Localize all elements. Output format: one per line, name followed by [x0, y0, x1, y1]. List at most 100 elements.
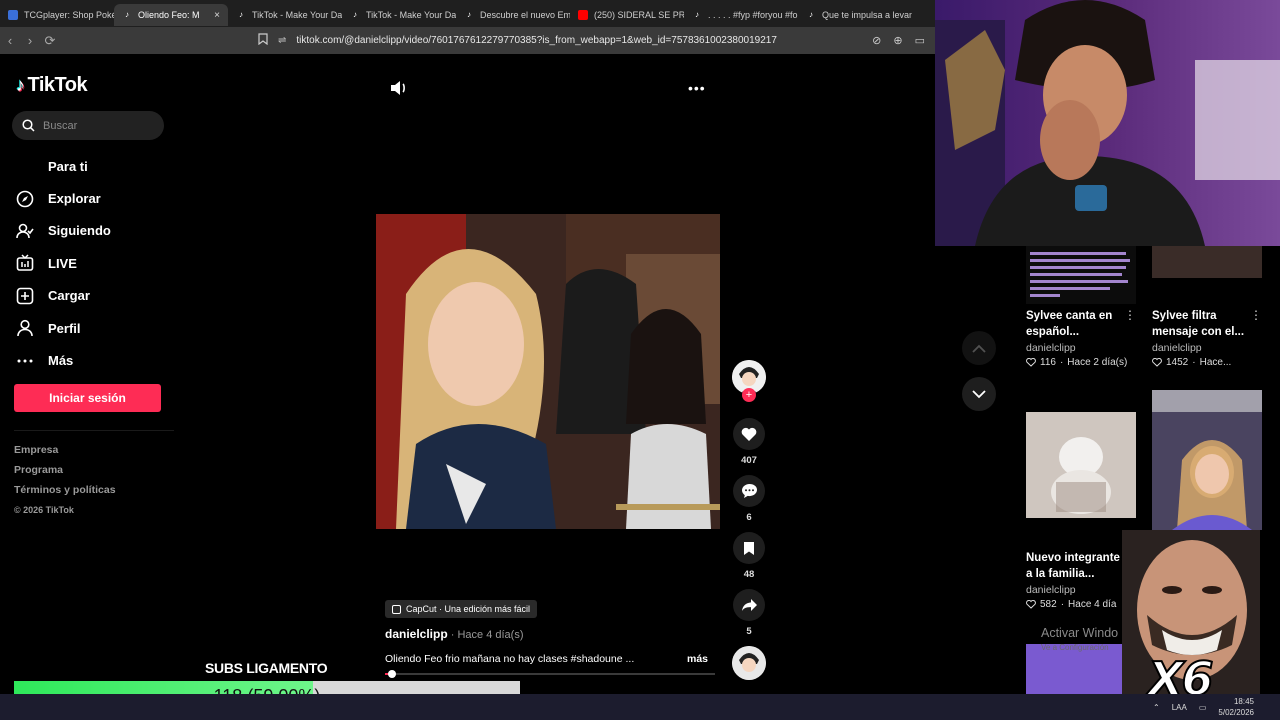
- nav-item-cargar[interactable]: Cargar: [16, 280, 111, 312]
- nav-item-para-ti[interactable]: Para ti: [16, 150, 111, 182]
- related-card[interactable]: ⋮ Sylvee canta en español... danielclipp…: [1026, 246, 1138, 368]
- related-title: Nuevo integrante a la familia...: [1026, 552, 1120, 580]
- nav-item-mas[interactable]: Más: [16, 344, 111, 376]
- search-box[interactable]: [12, 111, 164, 140]
- comment-button[interactable]: [733, 475, 765, 507]
- previous-video-button[interactable]: [962, 331, 996, 365]
- login-button[interactable]: Iniciar sesión: [14, 384, 161, 412]
- footer-link-terminos[interactable]: Términos y políticas: [14, 484, 116, 504]
- related-title: Sylvee filtra mensaje con el...: [1152, 310, 1245, 338]
- windows-taskbar: ⌃ LAA ▭ 18:45 5/02/2026: [0, 694, 1280, 720]
- nav-item-siguiendo[interactable]: Siguiendo: [16, 215, 111, 247]
- profile-icon: [16, 319, 34, 337]
- sidebar: ♪ TikTok Para ti Explorar Siguiendo LIVE…: [0, 54, 180, 694]
- browser-tab[interactable]: ♪ TikTok - Make Your Da: [342, 4, 456, 26]
- browser-tab[interactable]: ♪ . . . . . #fyp #foryou #fo: [684, 4, 798, 26]
- bookmark-icon[interactable]: [258, 33, 268, 48]
- card-more-icon[interactable]: ⋮: [1124, 308, 1136, 322]
- main-nav: Para ti Explorar Siguiendo LIVE Cargar P…: [16, 150, 111, 377]
- sidebar-toggle-icon[interactable]: ▭: [915, 34, 925, 47]
- card-more-icon[interactable]: ⋮: [1250, 308, 1262, 322]
- tiktok-logo[interactable]: ♪ TikTok: [16, 74, 88, 97]
- volume-button[interactable]: [390, 80, 408, 101]
- video-player[interactable]: [376, 214, 720, 529]
- caption-more-link[interactable]: más: [687, 653, 708, 665]
- tab-close-icon[interactable]: ×: [214, 10, 220, 21]
- related-card[interactable]: Nuevo integrante a la familia... danielc…: [1026, 546, 1126, 610]
- clock-date: 5/02/2026: [1218, 708, 1254, 717]
- video-age: · Hace 4 día(s): [447, 629, 524, 641]
- tab-favicon-icon: ♪: [695, 10, 699, 19]
- related-card[interactable]: [1026, 412, 1138, 518]
- url-field[interactable]: tiktok.com/@danielclipp/video/7601767612…: [296, 35, 777, 46]
- footer-links: Empresa Programa Términos y políticas © …: [14, 444, 116, 525]
- back-icon[interactable]: ‹: [0, 33, 20, 48]
- search-input[interactable]: [43, 119, 153, 132]
- comment-count: 6: [746, 512, 752, 523]
- browser-tab[interactable]: ♪ Oliendo Feo: M ×: [114, 4, 228, 26]
- nav-item-live[interactable]: LIVE: [16, 247, 111, 279]
- streamer-webcam: [935, 0, 1280, 246]
- share-count: 5: [746, 626, 752, 637]
- reader-icon[interactable]: ⊘: [872, 34, 881, 47]
- language-indicator[interactable]: LAA: [1172, 703, 1187, 712]
- network-icon[interactable]: ▭: [1199, 703, 1207, 712]
- bookmark-icon: [744, 541, 754, 555]
- clock[interactable]: 18:45 5/02/2026: [1218, 696, 1254, 718]
- related-author: danielclipp: [1152, 342, 1202, 354]
- heart-outline-icon: [1026, 358, 1036, 367]
- save-button[interactable]: [733, 532, 765, 564]
- heart-outline-icon: [1026, 600, 1036, 609]
- related-card[interactable]: ⋮ Sylvee filtra mensaje con el... daniel…: [1152, 246, 1264, 368]
- footer-link-programa[interactable]: Programa: [14, 464, 116, 484]
- related-thumbnail: [1026, 412, 1136, 518]
- site-info-icon[interactable]: ⇌: [278, 35, 286, 46]
- browser-tab[interactable]: TCGplayer: Shop Pokém: [0, 4, 114, 26]
- browser-tab[interactable]: ♪ TikTok - Make Your Da: [228, 4, 342, 26]
- follow-plus-icon[interactable]: +: [742, 388, 756, 402]
- explore-icon: [16, 190, 34, 208]
- video-progress-knob[interactable]: [388, 670, 396, 678]
- reload-icon[interactable]: ⟳: [40, 33, 60, 49]
- like-button[interactable]: [733, 418, 765, 450]
- activate-windows-subtext: Ve a Configuración: [1041, 643, 1109, 652]
- activate-windows-watermark: Activar Windo: [1041, 626, 1119, 640]
- browser-tab[interactable]: ♪ Que te impulsa a levan: [798, 4, 912, 26]
- browser-tab[interactable]: (250) SIDERAL SE PROF: [570, 4, 684, 26]
- related-title: Sylvee canta en español...: [1026, 310, 1113, 338]
- zoom-icon[interactable]: ⊕: [893, 34, 902, 47]
- forward-icon[interactable]: ›: [20, 33, 40, 48]
- related-meta: 1452 · Hace...: [1152, 357, 1264, 368]
- tray-chevron-icon[interactable]: ⌃: [1153, 703, 1160, 712]
- tab-bar: TCGplayer: Shop Pokém ♪ Oliendo Feo: M × ♪ Ti…: [0, 0, 935, 27]
- tab-label: . . . . . #fyp #foryou #fo: [708, 10, 798, 20]
- nav-item-explorar[interactable]: Explorar: [16, 182, 111, 214]
- tab-label: Oliendo Feo: M: [138, 10, 200, 20]
- related-author: danielclipp: [1026, 342, 1076, 354]
- related-thumbnail: [1152, 390, 1262, 530]
- tab-label: TCGplayer: Shop Pokém: [24, 10, 114, 20]
- footer-link-empresa[interactable]: Empresa: [14, 444, 116, 464]
- author-link[interactable]: danielclipp: [385, 627, 448, 641]
- browser-tab[interactable]: ♪ Descubre el nuevo Em: [456, 4, 570, 26]
- tab-favicon-icon: ♪: [353, 10, 357, 19]
- sidebar-divider: [14, 430, 174, 431]
- tab-favicon-icon: ♪: [125, 10, 129, 19]
- video-progress-bar[interactable]: [385, 670, 715, 678]
- nav-item-perfil[interactable]: Perfil: [16, 312, 111, 344]
- capcut-badge[interactable]: CapCut · Una edición más fácil: [385, 600, 538, 618]
- tab-label: (250) SIDERAL SE PROF: [594, 10, 684, 20]
- tab-favicon-icon: [578, 10, 588, 20]
- next-video-button[interactable]: [962, 377, 996, 411]
- video-frame: [376, 214, 720, 529]
- live-icon: [16, 254, 34, 272]
- share-button[interactable]: [733, 589, 765, 621]
- related-card[interactable]: [1152, 390, 1264, 530]
- related-author: danielclipp: [1026, 584, 1076, 596]
- video-more-icon[interactable]: •••: [688, 80, 706, 96]
- related-thumbnail: [1026, 246, 1136, 304]
- video-author-line: danielclipp · Hace 4 día(s): [385, 627, 524, 641]
- caption-text: Oliendo Feo frio mañana no hay clases #s…: [385, 653, 635, 665]
- action-column: + 407 6 48 5: [731, 360, 767, 680]
- music-disc-avatar[interactable]: [732, 646, 766, 680]
